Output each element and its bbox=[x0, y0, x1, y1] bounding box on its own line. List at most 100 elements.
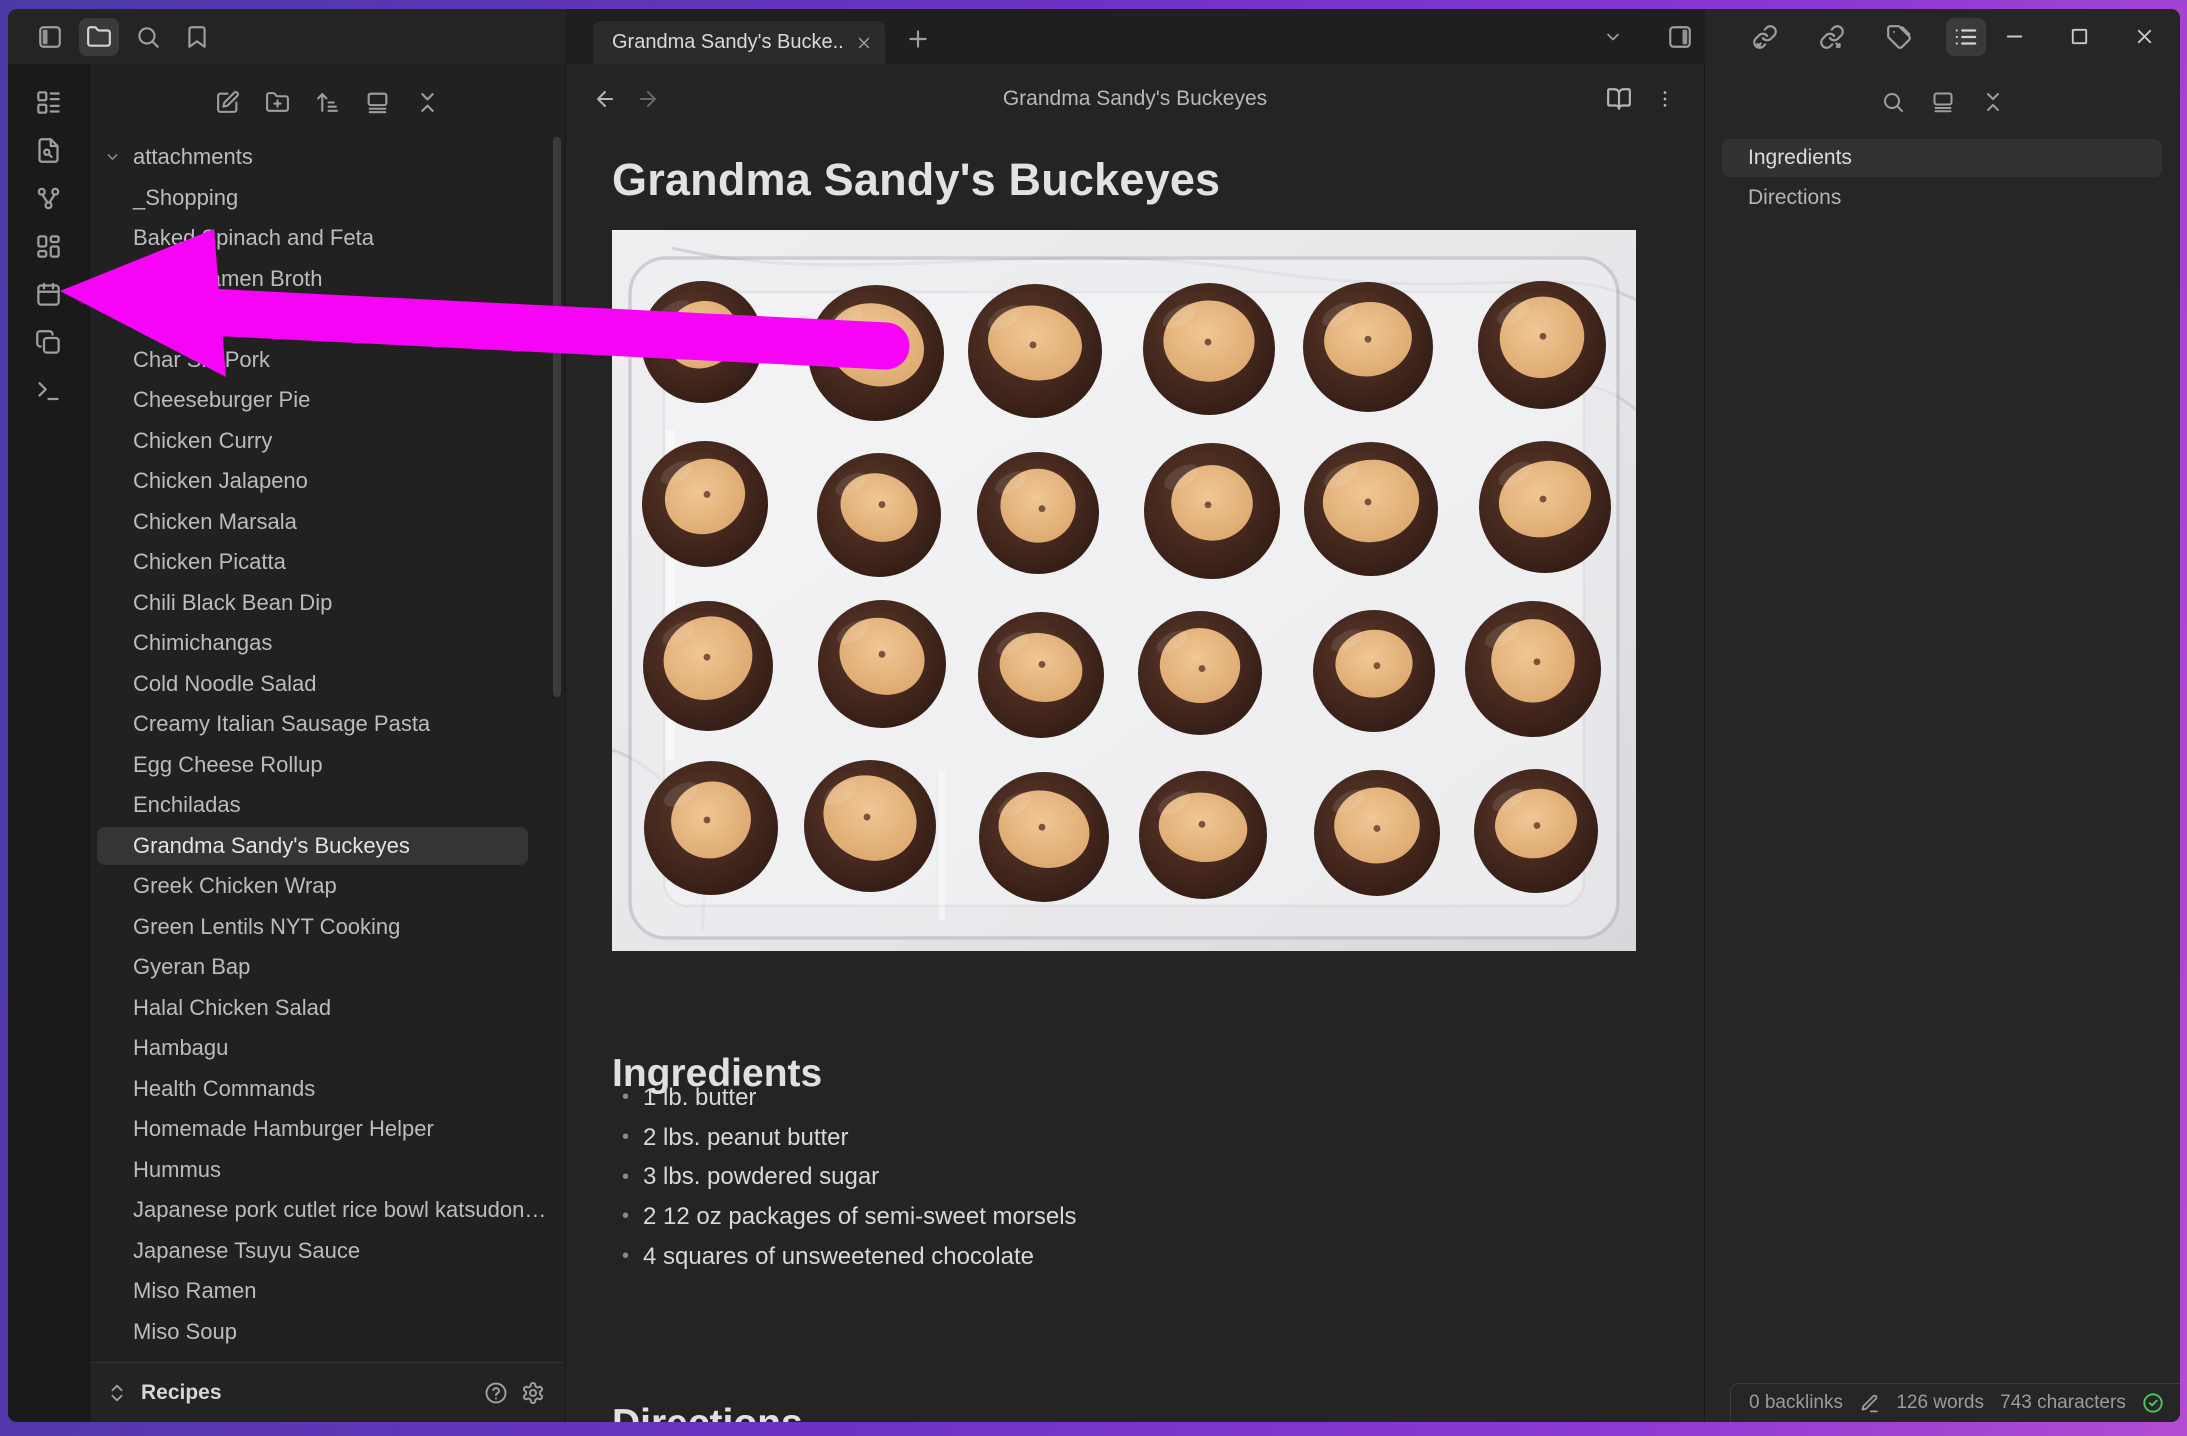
graph-view-icon[interactable] bbox=[35, 185, 62, 212]
file-row-label: Greek Chicken Wrap bbox=[133, 873, 337, 899]
file-row[interactable]: Greek Chicken Wrap bbox=[90, 866, 565, 907]
outline-button[interactable] bbox=[1946, 18, 1986, 56]
file-row-label: Enchiladas bbox=[133, 792, 241, 818]
file-row[interactable]: Enchiladas bbox=[90, 785, 565, 826]
titlebar-left bbox=[8, 9, 565, 64]
ingredient-item: 4 squares of unsweetened chocolate bbox=[612, 1237, 1636, 1277]
files-button[interactable] bbox=[79, 18, 119, 56]
search-icon[interactable] bbox=[1881, 90, 1905, 114]
file-row[interactable]: Green Lentils NYT Cooking bbox=[90, 907, 565, 948]
file-row[interactable]: _Shopping bbox=[90, 178, 565, 219]
file-row[interactable]: Japanese Tsuyu Sauce bbox=[90, 1231, 565, 1272]
outline-pane: IngredientsDirections bbox=[1705, 64, 2180, 1422]
file-row[interactable]: Hambagu bbox=[90, 1028, 565, 1069]
collapse-all-icon[interactable] bbox=[1981, 90, 2005, 114]
edit-mode-icon[interactable] bbox=[1859, 1393, 1880, 1414]
maximize-icon[interactable] bbox=[2068, 25, 2091, 48]
layout-icon[interactable] bbox=[1931, 90, 1955, 114]
reading-mode-icon[interactable] bbox=[1606, 86, 1632, 112]
file-row[interactable]: Nikujaga with Pork Broth bbox=[90, 1352, 565, 1362]
minimize-icon[interactable] bbox=[2003, 25, 2026, 48]
file-row-label: Egg Cheese Rollup bbox=[133, 752, 323, 778]
sort-order-icon[interactable] bbox=[315, 90, 340, 115]
right-sidebar-toggle-button[interactable] bbox=[1660, 18, 1700, 56]
ribbon bbox=[8, 64, 90, 1422]
close-icon[interactable] bbox=[2133, 25, 2156, 48]
new-tab-button[interactable] bbox=[905, 26, 931, 52]
files-icon bbox=[86, 24, 112, 50]
file-row-label: Gyeran Bap bbox=[133, 954, 250, 980]
file-search-icon[interactable] bbox=[35, 137, 62, 164]
file-row[interactable]: Grandma Sandy's Buckeyes bbox=[90, 826, 565, 867]
file-row[interactable]: Chimichangas bbox=[90, 623, 565, 664]
new-folder-icon[interactable] bbox=[265, 90, 290, 115]
calendar-icon[interactable] bbox=[35, 281, 62, 308]
new-note-icon[interactable] bbox=[215, 90, 240, 115]
file-row[interactable]: Hummus bbox=[90, 1150, 565, 1191]
file-row[interactable]: Miso Soup bbox=[90, 1312, 565, 1353]
outline-item-ingredients[interactable]: Ingredients bbox=[1705, 138, 2180, 178]
word-count: 126 words bbox=[1896, 1392, 1984, 1414]
terminal-icon[interactable] bbox=[35, 377, 62, 404]
file-list-scrollbar[interactable] bbox=[553, 137, 561, 697]
file-row-label: Hambagu bbox=[133, 1035, 228, 1061]
file-row[interactable]: Chicken Marsala bbox=[90, 502, 565, 543]
file-row[interactable]: Health Commands bbox=[90, 1069, 565, 1110]
file-row-label: Creamy Italian Sausage Pasta bbox=[133, 711, 430, 737]
file-row[interactable]: Chicken Curry bbox=[90, 421, 565, 462]
file-row[interactable]: Halal Chicken Salad bbox=[90, 988, 565, 1029]
folder-row[interactable]: attachments bbox=[90, 137, 565, 178]
file-row-label: Miso Ramen bbox=[133, 1278, 256, 1304]
collapse-all-icon[interactable] bbox=[415, 90, 440, 115]
search-button[interactable] bbox=[128, 18, 168, 56]
ingredient-text: 3 lbs. powdered sugar bbox=[643, 1163, 879, 1191]
right-sidebar-toggle-icon bbox=[1667, 24, 1693, 50]
vault-switcher-icon[interactable] bbox=[106, 1382, 128, 1404]
layout-list-icon[interactable] bbox=[35, 89, 62, 116]
ingredient-text: 4 squares of unsweetened chocolate bbox=[643, 1243, 1034, 1271]
file-row[interactable]: Miso Ramen bbox=[90, 1271, 565, 1312]
bookmarks-button[interactable] bbox=[177, 18, 217, 56]
tab-list-button[interactable] bbox=[1593, 18, 1633, 56]
file-explorer: attachments_ShoppingBaked Spinach and Fe… bbox=[90, 64, 565, 1362]
outgoing-links-button[interactable] bbox=[1812, 18, 1852, 56]
file-row-label: Grandma Sandy's Buckeyes bbox=[133, 833, 410, 859]
more-options-icon[interactable] bbox=[1654, 88, 1676, 110]
tab-close-icon[interactable] bbox=[855, 34, 873, 52]
file-row[interactable]: Chicken Picatta bbox=[90, 542, 565, 583]
left-sidebar-toggle-icon bbox=[37, 24, 63, 50]
file-row[interactable]: Basic Ramen Broth bbox=[90, 259, 565, 300]
file-row[interactable]: Egg Cheese Rollup bbox=[90, 745, 565, 786]
editor-pane: Grandma Sandy's Buckeyes Grandma Sandy's… bbox=[565, 64, 1705, 1422]
file-row[interactable] bbox=[90, 299, 565, 340]
file-row[interactable]: Chili Black Bean Dip bbox=[90, 583, 565, 624]
backlinks-count[interactable]: 0 backlinks bbox=[1749, 1392, 1843, 1414]
file-row[interactable]: Homemade Hamburger Helper bbox=[90, 1109, 565, 1150]
outline-item-directions[interactable]: Directions bbox=[1705, 178, 2180, 218]
file-row[interactable]: Char Siu Pork bbox=[90, 340, 565, 381]
file-explorer-header bbox=[90, 64, 565, 115]
file-row[interactable]: Chicken Jalapeno bbox=[90, 461, 565, 502]
help-icon[interactable] bbox=[484, 1381, 508, 1405]
sync-status-icon[interactable] bbox=[2142, 1392, 2164, 1414]
file-row[interactable]: Japanese pork cutlet rice bowl katsudon… bbox=[90, 1190, 565, 1231]
layout-icon[interactable] bbox=[365, 90, 390, 115]
left-sidebar-toggle-button[interactable] bbox=[30, 18, 70, 56]
tab-grandma-sandys-buckeyes[interactable]: Grandma Sandy's Bucke... bbox=[593, 21, 885, 64]
file-row[interactable]: Cold Noodle Salad bbox=[90, 664, 565, 705]
backlinks-button[interactable] bbox=[1745, 18, 1785, 56]
vault-name[interactable]: Recipes bbox=[141, 1381, 471, 1405]
file-row[interactable]: Gyeran Bap bbox=[90, 947, 565, 988]
copy-icon[interactable] bbox=[35, 329, 62, 356]
status-bar: 0 backlinks 126 words 743 characters bbox=[1730, 1383, 2180, 1422]
file-row-label: Health Commands bbox=[133, 1076, 315, 1102]
file-row[interactable]: Cheeseburger Pie bbox=[90, 380, 565, 421]
file-row-label: Chimichangas bbox=[133, 630, 272, 656]
file-row[interactable]: Creamy Italian Sausage Pasta bbox=[90, 704, 565, 745]
chevron-down-icon[interactable] bbox=[104, 149, 121, 166]
file-row[interactable]: Baked Spinach and Feta bbox=[90, 218, 565, 259]
dashboard-icon[interactable] bbox=[35, 233, 62, 260]
file-row-label: Chicken Marsala bbox=[133, 509, 297, 535]
settings-icon[interactable] bbox=[521, 1381, 545, 1405]
tags-button[interactable] bbox=[1879, 18, 1919, 56]
